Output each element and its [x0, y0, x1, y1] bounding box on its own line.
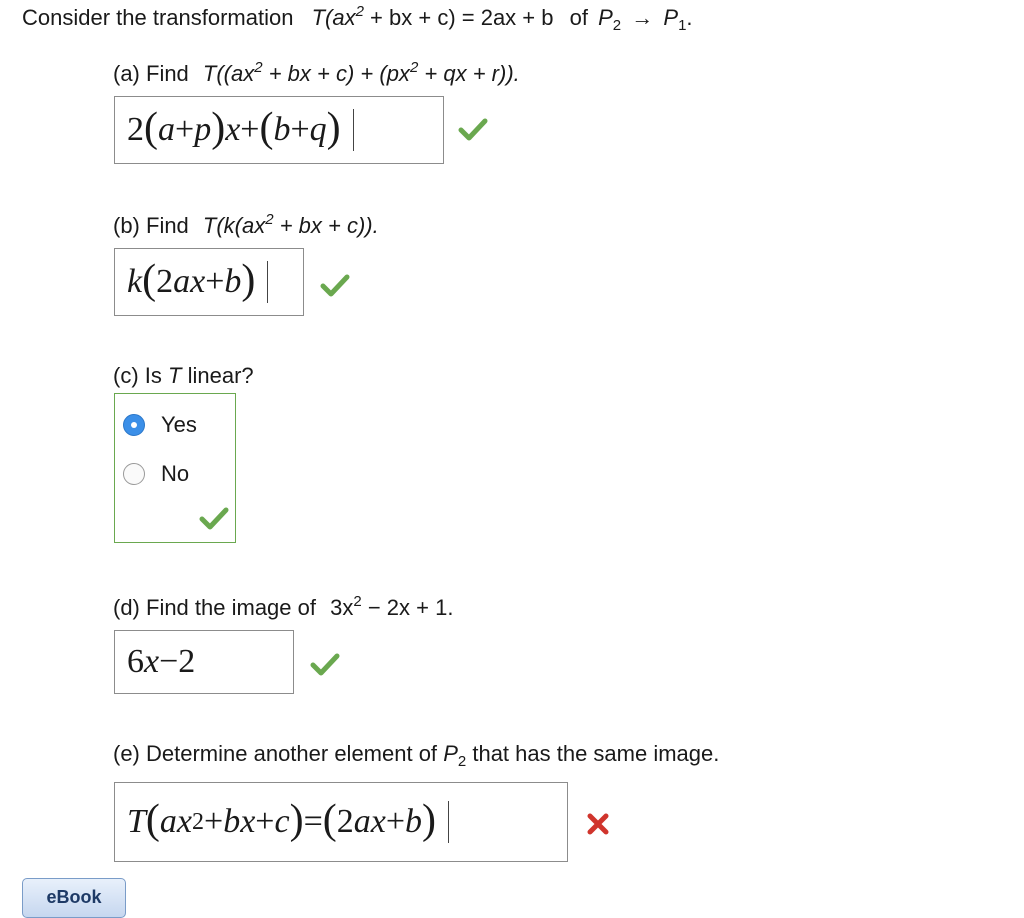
space-p2-sub: 2 [612, 17, 622, 34]
ans-d-token: x [144, 643, 160, 680]
ans-a-token: a [158, 111, 175, 148]
ans-a-token: + [175, 111, 195, 148]
ans-a-token: b [273, 111, 291, 148]
text-cursor [448, 801, 450, 843]
ans-a-token: q [309, 111, 327, 148]
ans-e-token: bx [223, 803, 256, 840]
part-a-label: (a) Find [113, 61, 189, 86]
statement-text: Consider the transformation [22, 5, 294, 30]
ans-e-token: + [255, 803, 275, 840]
part-a-expression: T((ax2 + bx + c) + (px2 + qx + r)). [202, 59, 520, 86]
ans-b-token: k [127, 263, 143, 300]
statement-formula: T(ax2 [311, 3, 364, 30]
radio-option-no[interactable]: No [123, 461, 189, 487]
ans-e-token: + [385, 803, 406, 840]
ans-e-token: + [204, 803, 224, 840]
ans-d-token: − [159, 643, 179, 680]
ans-e-token: b [405, 803, 423, 840]
part-e-label-rest: that has the same image. [472, 741, 720, 766]
ans-a-token: + [290, 111, 310, 148]
ans-e-token: ax [159, 803, 193, 840]
ans-b-token: b [224, 263, 242, 300]
part-b-question: (b) Find T(k(ax2 + bx + c)). [113, 212, 379, 240]
statement-period: . [686, 5, 693, 30]
part-d-expression: 3x2 − 2x + 1. [330, 593, 454, 620]
part-b-answer-field[interactable]: k(2 ax + b) [114, 248, 304, 316]
problem-statement: Consider the transformation T(ax2 + bx +… [22, 3, 693, 34]
part-d-label: (d) Find the image of [113, 595, 316, 620]
statement-of: of [569, 5, 588, 30]
part-d-question: (d) Find the image of 3x2 − 2x + 1. [113, 594, 453, 622]
ans-b-token: ax [173, 263, 206, 300]
text-cursor [352, 109, 354, 151]
ans-b-token: + [205, 263, 225, 300]
check-icon [199, 507, 229, 530]
part-e-label: (e) Determine another element of [113, 741, 438, 766]
ans-a-token: x [225, 111, 241, 148]
ans-d-token: 2 [178, 643, 196, 680]
arrow-symbol: → [631, 5, 654, 30]
check-icon [310, 653, 340, 676]
radio-no-label: No [161, 461, 190, 486]
part-a-answer-field[interactable]: 2(a + p) x + (b + q) [114, 96, 444, 164]
part-b-label: (b) Find [113, 213, 189, 238]
radio-yes[interactable] [123, 414, 145, 436]
part-e-answer-field[interactable]: T(ax 2 + bx + c) = (2 ax + b) [114, 782, 568, 862]
part-c-label: (c) Is [113, 363, 162, 388]
ans-e-token: c [274, 803, 290, 840]
ans-a-token: 2 [127, 111, 144, 148]
ans-e-token: 2 [336, 803, 354, 840]
ans-e-token: T [127, 803, 146, 840]
ans-a-token: + [240, 111, 260, 148]
part-b-expression: T(k(ax2 + bx + c)). [202, 211, 379, 238]
ans-d-token: 6 [127, 643, 144, 680]
x-icon [587, 813, 609, 835]
linear-radio-group: Yes No [114, 393, 236, 543]
radio-yes-label: Yes [161, 412, 197, 437]
space-p2-sub: 2 [457, 753, 467, 770]
part-e-question: (e) Determine another element of P2 that… [113, 740, 720, 770]
check-icon [458, 118, 488, 141]
part-c-label-rest: linear? [187, 363, 254, 388]
radio-option-yes[interactable]: Yes [123, 412, 197, 438]
part-c-question: (c) Is T linear? [113, 362, 254, 390]
ans-a-token: p [194, 111, 212, 148]
space-p2: P [443, 741, 458, 766]
ebook-button[interactable]: eBook [22, 878, 126, 918]
space-p1: P [663, 5, 679, 30]
ans-b-token: 2 [156, 263, 174, 300]
ans-e-token: ax [353, 803, 386, 840]
radio-no[interactable] [123, 463, 145, 485]
ebook-button-label: eBook [46, 887, 102, 907]
ans-e-token: = [303, 803, 323, 840]
part-d-answer-field[interactable]: 6x − 2 [114, 630, 294, 694]
space-p2: P [598, 5, 613, 30]
part-a-question: (a) Find T((ax2 + bx + c) + (px2 + qx + … [113, 60, 520, 88]
check-icon [320, 274, 350, 297]
text-cursor [267, 261, 269, 303]
part-c-T: T [168, 363, 182, 388]
statement-formula-rest: + bx + c) = 2ax + b [363, 5, 554, 30]
